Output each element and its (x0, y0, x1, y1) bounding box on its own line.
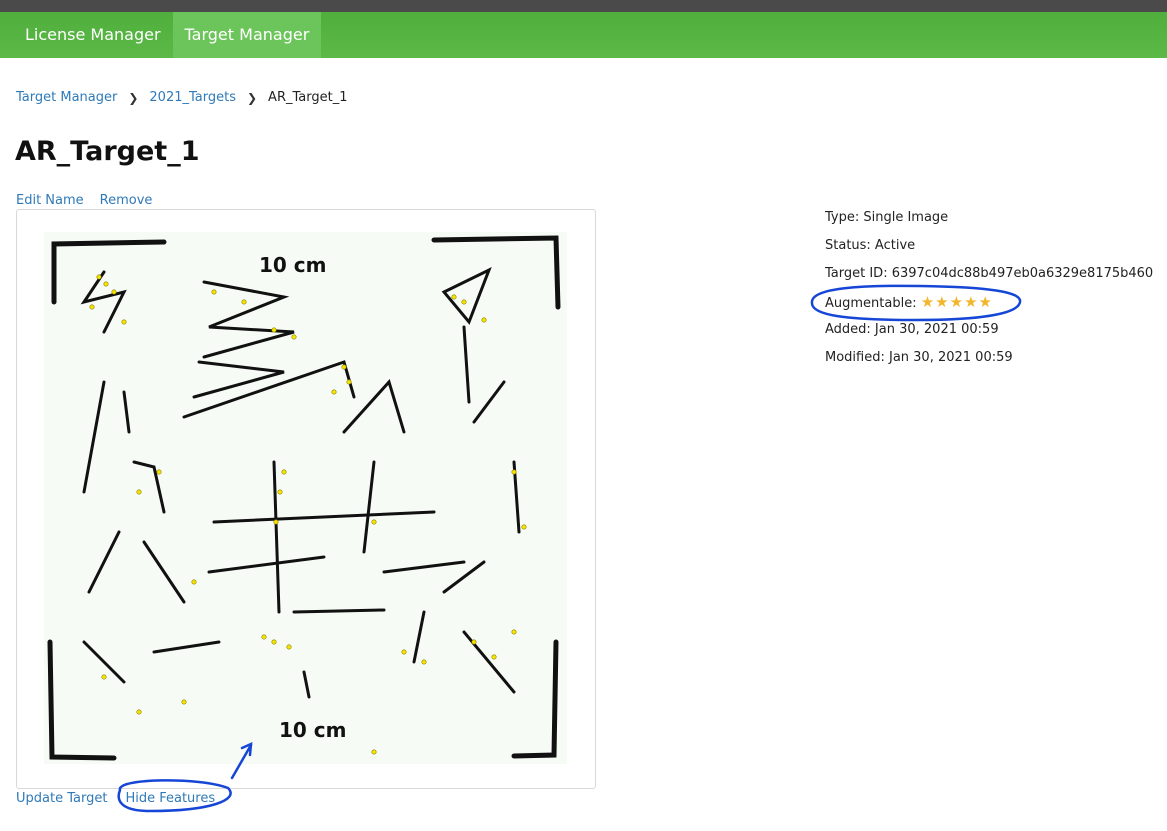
chevron-right-icon: ❯ (128, 90, 139, 105)
modified-text: Modified: Jan 30, 2021 00:59 (825, 350, 1013, 365)
augmentable-label: Augmentable: (825, 296, 917, 311)
target-info: Type: Single Image Status: Active Target… (825, 210, 1153, 378)
tab-target-manager[interactable]: Target Manager (172, 12, 322, 58)
type-text: Type: Single Image (825, 210, 949, 225)
target-image: 10 cm 10 cm (44, 232, 567, 764)
breadcrumb-database[interactable]: 2021_Targets (149, 90, 236, 105)
main-nav: License Manager Target Manager (0, 12, 1167, 58)
update-target-link[interactable]: Update Target (16, 791, 107, 806)
breadcrumb-target-manager[interactable]: Target Manager (16, 90, 117, 105)
target-id-text: Target ID: 6397c04dc88b497eb0a6329e8175b… (825, 266, 1154, 281)
target-image-frame: 10 cm 10 cm (16, 209, 596, 789)
remove-link[interactable]: Remove (100, 193, 153, 208)
page-title: AR_Target_1 (15, 136, 200, 167)
hide-features-link[interactable]: Hide Features (125, 791, 215, 806)
bottom-scale-label: 10 cm (279, 718, 347, 742)
chevron-right-icon: ❯ (246, 90, 258, 105)
star-rating-icon: ★★★★★ (920, 293, 993, 311)
breadcrumb: Target Manager ❯ 2021_Targets ❯ AR_Targe… (16, 90, 347, 105)
image-actions: Update Target Hide Features (16, 791, 215, 806)
status-text: Status: Active (825, 238, 916, 253)
edit-name-link[interactable]: Edit Name (16, 193, 84, 208)
breadcrumb-current: AR_Target_1 (268, 90, 348, 105)
top-scale-label: 10 cm (259, 253, 327, 277)
added-text: Added: Jan 30, 2021 00:59 (825, 322, 999, 337)
augmentable-row: Augmentable: ★★★★★ (825, 294, 1153, 322)
target-actions: Edit Name Remove (16, 193, 152, 208)
top-dark-bar (0, 0, 1167, 12)
tab-license-manager[interactable]: License Manager (0, 12, 173, 58)
